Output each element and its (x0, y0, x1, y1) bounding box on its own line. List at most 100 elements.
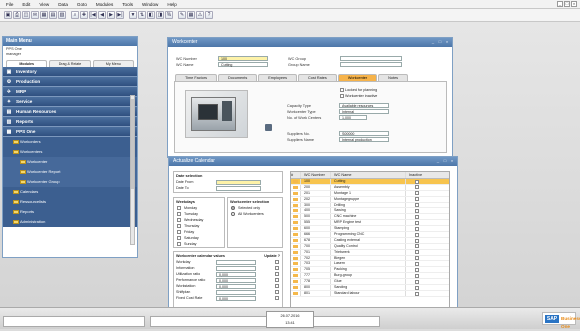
row-link-icon[interactable] (291, 290, 301, 296)
value-field[interactable]: 0,000 (216, 271, 256, 277)
inactive-checkbox[interactable] (415, 232, 419, 237)
inactive-checkbox[interactable] (340, 94, 344, 99)
menu-item-workorders[interactable]: Workorders (3, 137, 137, 147)
wc-group-field[interactable] (340, 56, 402, 61)
last-icon[interactable]: ▶| (116, 11, 124, 19)
inactive-checkbox[interactable] (415, 250, 419, 255)
date-from-field[interactable] (216, 179, 261, 185)
value-field[interactable] (216, 265, 256, 271)
row-link-icon[interactable] (291, 273, 301, 279)
base-doc-icon[interactable]: ◧ (147, 11, 155, 19)
row-link-icon[interactable] (291, 184, 301, 190)
inactive-checkbox[interactable] (415, 209, 419, 214)
word-icon[interactable]: ▤ (49, 11, 57, 19)
row-link-icon[interactable] (291, 208, 301, 214)
close-icon[interactable]: × (444, 39, 450, 45)
find-icon[interactable]: ⌕ (71, 11, 79, 19)
menu-item-workcenter[interactable]: Workcenter (3, 157, 137, 167)
alert-icon[interactable]: ⚠ (196, 11, 204, 19)
inactive-checkbox[interactable] (415, 291, 419, 296)
inactive-checkbox[interactable] (415, 256, 419, 261)
inactive-checkbox[interactable] (415, 238, 419, 243)
maximize-icon[interactable]: □ (442, 158, 448, 164)
inactive-checkbox[interactable] (415, 285, 419, 290)
add-icon[interactable]: ✚ (80, 11, 88, 19)
print-icon[interactable]: ⎙ (13, 11, 21, 19)
menu-item-workcenters[interactable]: Workcenters (3, 147, 137, 157)
row-link-icon[interactable] (291, 267, 301, 273)
row-link-icon[interactable] (291, 255, 301, 261)
menu-data[interactable]: Data (58, 2, 68, 7)
menu-item-calendars[interactable]: Calendars (3, 187, 137, 197)
row-link-icon[interactable] (291, 285, 301, 290)
value-field[interactable]: 0,000 (216, 295, 256, 301)
menu-file[interactable]: File (6, 2, 13, 7)
row-link-icon[interactable] (291, 226, 301, 232)
row-link-icon[interactable] (291, 279, 301, 285)
row-link-icon[interactable] (291, 232, 301, 237)
weekday-checkbox[interactable] (177, 236, 181, 240)
inactive-checkbox[interactable] (415, 191, 419, 196)
update-checkbox[interactable] (275, 266, 279, 270)
inactive-checkbox[interactable] (415, 203, 419, 208)
tab-employees[interactable]: Employees (258, 74, 298, 81)
menu-help[interactable]: Help (167, 2, 176, 7)
minimize-icon[interactable]: _ (435, 158, 441, 164)
update-checkbox[interactable] (275, 290, 279, 294)
value-field[interactable] (216, 289, 256, 295)
menu-tools[interactable]: Tools (122, 2, 133, 7)
close-icon[interactable]: × (449, 158, 455, 164)
inactive-checkbox[interactable] (415, 185, 419, 190)
menu-item-administration[interactable]: Administration (3, 217, 137, 227)
menu-item-workcenter-group[interactable]: Workcenter Group (3, 177, 137, 187)
main-menu-scrollbar[interactable] (130, 95, 135, 245)
inactive-checkbox[interactable] (415, 179, 419, 184)
tab-notes[interactable]: Notes (378, 74, 409, 81)
menu-section-reports[interactable]: ▥ Reports (3, 117, 137, 127)
wc-type-select[interactable]: Internal (339, 109, 389, 114)
row-link-icon[interactable] (291, 202, 301, 208)
inactive-checkbox[interactable] (415, 197, 419, 202)
table-row[interactable]: 801 Standard labour (291, 290, 449, 297)
filter-icon[interactable]: ▼ (129, 11, 137, 19)
menu-modules[interactable]: Modules (96, 2, 113, 7)
update-checkbox[interactable] (275, 284, 279, 288)
value-field[interactable] (216, 259, 256, 265)
inactive-checkbox[interactable] (415, 226, 419, 231)
pdf-icon[interactable]: ▧ (58, 11, 66, 19)
weekday-checkbox[interactable] (177, 230, 181, 234)
menu-goto[interactable]: Goto (77, 2, 87, 7)
update-checkbox[interactable] (275, 296, 279, 300)
weekday-checkbox[interactable] (177, 242, 181, 246)
prev-icon[interactable]: ◀ (98, 11, 106, 19)
row-link-icon[interactable] (291, 249, 301, 255)
weekday-checkbox[interactable] (177, 206, 181, 210)
menu-section-pps-one[interactable]: ▦ PPS One (3, 127, 137, 137)
maximize-icon[interactable]: □ (437, 39, 443, 45)
excel-icon[interactable]: ▦ (40, 11, 48, 19)
update-checkbox[interactable] (275, 272, 279, 276)
email-icon[interactable]: ✉ (31, 11, 39, 19)
row-link-icon[interactable] (291, 237, 301, 243)
menu-section-service[interactable]: ✦ Service (3, 97, 137, 107)
target-doc-icon[interactable]: ◨ (156, 11, 164, 19)
inactive-checkbox[interactable] (415, 262, 419, 267)
supplier-no-field[interactable]: S00000 (339, 131, 389, 136)
inactive-checkbox[interactable] (415, 267, 419, 272)
update-checkbox[interactable] (275, 260, 279, 264)
all-workcenters-radio[interactable] (231, 212, 235, 216)
inactive-checkbox[interactable] (415, 220, 419, 225)
menu-section-human-resources[interactable]: ▤ Human Resources (3, 107, 137, 117)
tab-cost-rates[interactable]: Cost Rates (298, 74, 337, 81)
selected-only-radio[interactable] (231, 206, 235, 210)
value-field[interactable]: 0,000 (216, 277, 256, 283)
tab-modules[interactable]: Modules (6, 60, 48, 67)
menu-section-inventory[interactable]: ▣ Inventory (3, 67, 137, 77)
preview-icon[interactable]: ◫ (22, 11, 30, 19)
tab-workcenter[interactable]: Workcenter (337, 74, 378, 81)
weekday-checkbox[interactable] (177, 224, 181, 228)
tab-my-menu[interactable]: My Menu (92, 60, 134, 67)
row-link-icon[interactable] (291, 214, 301, 220)
inactive-checkbox[interactable] (415, 244, 419, 249)
scrollbar-thumb[interactable] (131, 99, 134, 189)
